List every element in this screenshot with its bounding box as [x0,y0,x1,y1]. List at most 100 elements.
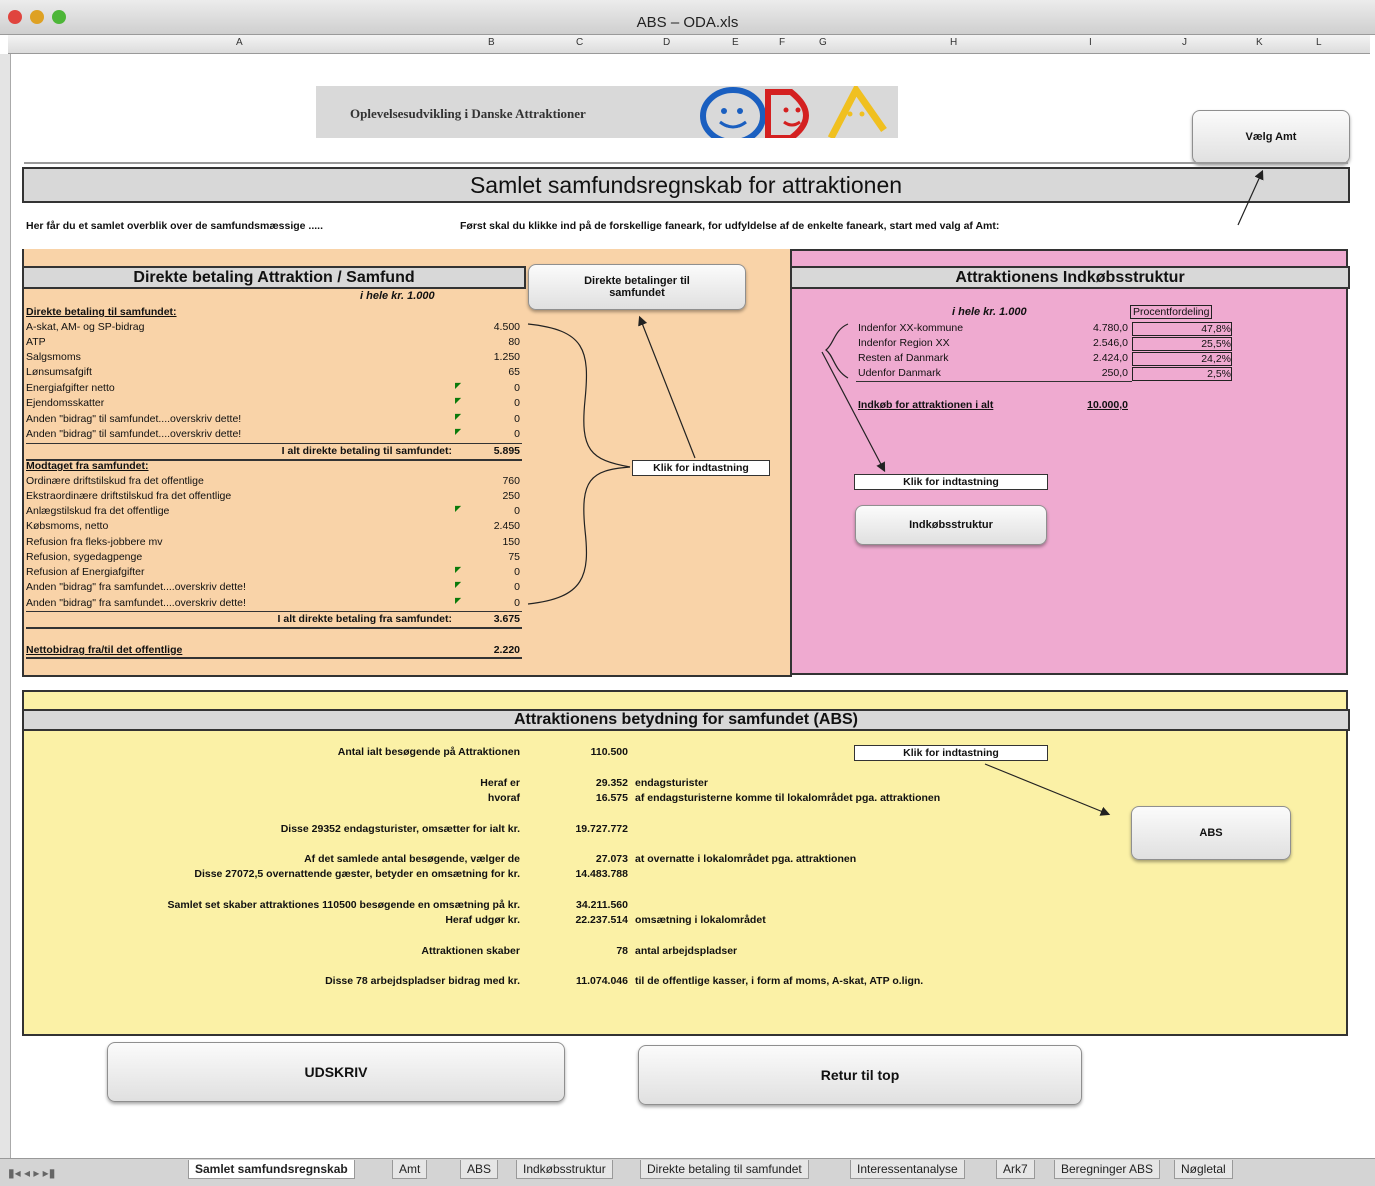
abs-text: endagsturister [635,777,708,789]
row-value[interactable]: 75 [440,551,520,563]
abs-label: Heraf udgør kr. [445,914,520,926]
abs-text: omsætning i lokalområdet [635,914,766,926]
tab-amt[interactable]: Amt [392,1160,428,1179]
section-heading: Modtaget fra samfundet: [26,460,149,472]
row-label: Anlægstilskud fra det offentlige [26,505,170,517]
divider [26,627,522,629]
udskriv-button[interactable]: UDSKRIV [107,1042,565,1102]
direkte-betalinger-button[interactable]: Direkte betalinger til samfundet [528,264,746,310]
abs-value: 22.237.514 [575,914,628,926]
abs-button[interactable]: ABS [1131,806,1291,860]
column-header[interactable]: C [576,37,583,48]
indkobsstruktur-button[interactable]: Indkøbsstruktur [855,505,1047,545]
row-value[interactable]: 80 [440,336,520,348]
divider [26,443,522,444]
sheet-nav-icon[interactable]: ▮◂ ◂ ▸ ▸▮ [8,1166,55,1180]
retur-til-top-button[interactable]: Retur til top [638,1045,1082,1105]
direkte-unit: i hele kr. 1.000 [360,290,435,302]
row-value[interactable]: 0 [440,505,520,517]
row-label: Købsmoms, netto [26,520,109,532]
row-label: Energiafgifter netto [26,382,115,394]
abs-label: Heraf er [480,777,520,789]
abs-text: antal arbejdspladser [635,945,738,957]
indkob-title: Attraktionens Indkøbsstruktur [790,266,1350,289]
tab-samlet[interactable]: Samlet samfundsregnskab [188,1160,355,1179]
row-value[interactable]: 0 [440,597,520,609]
row-label: Ekstraordinære driftstilskud fra det off… [26,490,232,502]
row-value[interactable]: 0 [440,566,520,578]
row-value[interactable]: 760 [440,475,520,487]
row-value[interactable]: 1.250 [440,351,520,363]
column-header[interactable]: F [779,37,785,48]
column-header[interactable]: I [1089,37,1092,48]
row-label: Indenfor Region XX [858,337,950,349]
row-header-bar [0,54,11,1159]
column-header[interactable]: B [488,37,495,48]
abs-label: Attraktionen skaber [421,945,520,957]
net-value: 2.220 [493,644,520,656]
klik-indtastning-direkte[interactable]: Klik for indtastning [632,460,770,476]
abs-label: Disse 29352 endagsturister, omsætter for… [280,823,520,835]
abs-text: til de offentlige kasser, i form af moms… [635,975,924,987]
tab-ark7[interactable]: Ark7 [996,1160,1035,1179]
abs-value: 11.074.046 [576,975,628,987]
row-value[interactable]: 250,0 [1050,367,1128,379]
row-label: Indenfor XX-kommune [858,322,964,334]
row-label: Udenfor Danmark [858,367,941,379]
column-header[interactable]: H [950,37,957,48]
abs-text: at overnatte i lokalområdet pga. attrakt… [635,853,857,865]
direkte-title: Direkte betaling Attraktion / Samfund [22,266,526,289]
klik-indtastning-abs[interactable]: Klik for indtastning [854,745,1048,761]
row-value[interactable]: 65 [440,366,520,378]
column-header[interactable]: L [1316,37,1322,48]
row-label: Resten af Danmark [858,352,949,364]
section-heading: Direkte betaling til samfundet: [26,306,177,318]
row-label: Anden "bidrag" til samfundet....overskri… [26,428,242,440]
row-label: Refusion fra fleks-jobbere mv [26,536,163,548]
window-title: ABS – ODA.xls [636,14,739,31]
column-header[interactable]: A [236,37,243,48]
column-header-bar: A B C D E F G H I J K L [8,35,1370,54]
column-header[interactable]: K [1256,37,1263,48]
indkob-total-value: 10.000,0 [1087,399,1128,411]
row-label: Anden "bidrag" fra samfundet....overskri… [26,597,246,609]
row-value[interactable]: 2.546,0 [1050,337,1128,349]
column-header[interactable]: E [732,37,739,48]
row-value[interactable]: 0 [440,382,520,394]
tab-abs[interactable]: ABS [460,1160,499,1179]
tab-indkob[interactable]: Indkøbsstruktur [516,1160,613,1179]
abs-label: Af det samlede antal besøgende, vælger d… [304,853,520,865]
row-value[interactable]: 2.450 [440,520,520,532]
abs-value: 14.483.788 [575,868,628,880]
row-value[interactable]: 4.500 [440,321,520,333]
abs-label: Disse 27072,5 overnattende gæster, betyd… [194,868,520,880]
indkob-unit: i hele kr. 1.000 [952,306,1027,318]
row-value[interactable]: 250 [440,490,520,502]
abs-value: 78 [616,945,628,957]
abs-value: 34.211.560 [576,899,628,911]
vaelg-amt-button[interactable]: Vælg Amt [1192,110,1350,164]
tab-interessent[interactable]: Interessentanalyse [850,1160,965,1179]
row-value[interactable]: 0 [440,413,520,425]
row-label: ATP [26,336,46,348]
row-value[interactable]: 0 [440,581,520,593]
row-value[interactable]: 150 [440,536,520,548]
abs-value: 16.575 [595,792,628,804]
row-value[interactable]: 2.424,0 [1050,352,1128,364]
row-value[interactable]: 4.780,0 [1050,322,1128,334]
tab-beregninger[interactable]: Beregninger ABS [1054,1160,1161,1179]
column-header[interactable]: J [1182,37,1187,48]
row-label: Refusion, sygedagpenge [26,551,143,563]
total-value: 5.895 [493,445,520,457]
column-header[interactable]: D [663,37,670,48]
row-value[interactable]: 0 [440,428,520,440]
abs-value: 19.727.772 [575,823,628,835]
row-pct: 25,5% [1132,337,1232,351]
tab-direkte[interactable]: Direkte betaling til samfundet [640,1160,809,1179]
klik-indtastning-indkob[interactable]: Klik for indtastning [854,474,1048,490]
row-value[interactable]: 0 [440,397,520,409]
total-label: I alt direkte betaling til samfundet: [281,445,452,457]
tab-noegletal[interactable]: Nøgletal [1174,1160,1233,1179]
row-pct: 47,8% [1132,322,1232,336]
column-header[interactable]: G [819,37,827,48]
